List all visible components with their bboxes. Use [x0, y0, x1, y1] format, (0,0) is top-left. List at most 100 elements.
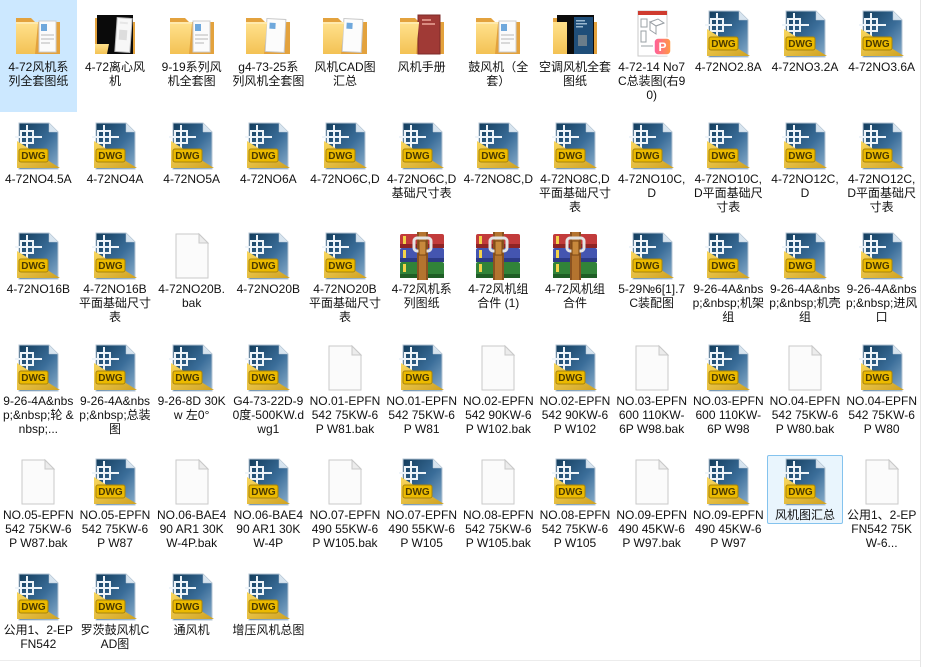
file-item[interactable]: DWG 增压风机总图	[230, 563, 307, 667]
file-label: 4-72NO16B	[6, 282, 71, 296]
file-item[interactable]: DWG G4-73-22D-90度-500KW.dwg1	[230, 334, 307, 448]
file-item[interactable]: 风机CAD图汇总	[307, 0, 384, 112]
file-item[interactable]: DWG NO.08-EPFN542 75KW-6P W105	[537, 448, 614, 563]
file-item[interactable]: DWG 4-72NO3.2A	[767, 0, 844, 112]
file-item[interactable]: NO.02-EPFN542 90KW-6P W102.bak	[460, 334, 537, 448]
file-item[interactable]: DWG 4-72NO10C,D平面基础尺寸表	[690, 112, 767, 222]
file-item[interactable]: DWG 风机图汇总	[766, 448, 844, 563]
svg-text:DWG: DWG	[558, 487, 583, 498]
file-item[interactable]: DWG 9-26-4A&nbsp;&nbsp;进风口	[843, 222, 920, 334]
dwg-file-icon: DWG	[398, 458, 446, 506]
folder-docs-icon	[474, 10, 522, 58]
file-item[interactable]: DWG 通风机	[153, 563, 230, 667]
svg-text:DWG: DWG	[405, 151, 430, 162]
file-item[interactable]: P 4-72-14 No7C总装图(右90)	[613, 0, 690, 112]
file-label: 4-72NO6C,D	[310, 172, 380, 186]
svg-text:DWG: DWG	[482, 151, 507, 162]
file-item[interactable]: DWG NO.05-EPFN542 75KW-6P W87	[77, 448, 154, 563]
svg-text:DWG: DWG	[712, 487, 737, 498]
svg-text:DWG: DWG	[788, 487, 813, 498]
bak-file-icon	[321, 344, 369, 392]
file-item[interactable]: DWG 4-72NO6C,D基础尺寸表	[383, 112, 460, 222]
file-item[interactable]: NO.06-BAE490 AR1 30KW-4P.bak	[153, 448, 230, 563]
file-item[interactable]: DWG 4-72NO20B平面基础尺寸表	[307, 222, 384, 334]
dwg-file-icon: DWG	[858, 232, 906, 280]
file-item[interactable]: DWG 5-29№6[1].7C装配图	[613, 222, 690, 334]
file-item[interactable]: DWG NO.07-EPFN490 55KW-6P W105	[383, 448, 460, 563]
file-item[interactable]: 空调风机全套图纸	[537, 0, 614, 112]
file-item[interactable]: 4-72离心风机	[77, 0, 154, 112]
file-item[interactable]: DWG 4-72NO4A	[77, 112, 154, 222]
file-item-box: 风机CAD图汇总	[307, 7, 383, 90]
file-item[interactable]: g4-73-25系列风机全套图	[230, 0, 307, 112]
file-item[interactable]: DWG 4-72NO3.6A	[843, 0, 920, 112]
file-item[interactable]: DWG 罗茨鼓风机CAD图	[77, 563, 154, 667]
file-item[interactable]: DWG NO.09-EPFN490 45KW-6P W97	[690, 448, 767, 563]
file-item[interactable]: DWG 9-26-4A&nbsp;&nbsp;机壳组	[767, 222, 844, 334]
file-item[interactable]: DWG 4-72NO20B	[230, 222, 307, 334]
file-item[interactable]: NO.08-EPFN542 75KW-6P W105.bak	[460, 448, 537, 563]
file-label: 9-26-4A&nbsp;&nbsp;机架组	[692, 282, 764, 324]
file-item[interactable]: 9-19系列风机全套图	[153, 0, 230, 112]
file-item[interactable]: DWG 4-72NO12C,D	[767, 112, 844, 222]
file-item[interactable]: DWG 4-72NO4.5A	[0, 112, 77, 222]
file-item[interactable]: DWG 4-72NO6C,D	[307, 112, 384, 222]
file-item[interactable]: 鼓风机（全套）	[460, 0, 537, 112]
file-item[interactable]: DWG NO.04-EPFN542 75KW-6P W80	[843, 334, 920, 448]
file-item[interactable]: 4-72NO20B.bak	[153, 222, 230, 334]
file-item[interactable]: DWG 9-26-8D 30Kw 左0°	[153, 334, 230, 448]
file-item-box: DWG 4-72NO6A	[230, 119, 306, 188]
file-item-box: DWG 4-72NO8C,D平面基础尺寸表	[537, 119, 613, 216]
file-item[interactable]: NO.05-EPFN542 75KW-6P W87.bak	[0, 448, 77, 563]
file-item-box: DWG 罗茨鼓风机CAD图	[77, 570, 153, 653]
file-item[interactable]: DWG 9-26-4A&nbsp;&nbsp;机架组	[690, 222, 767, 334]
file-item[interactable]: 4-72风机系列全套图纸	[0, 0, 77, 112]
file-item[interactable]: 4-72风机组合件 (1)	[460, 222, 537, 334]
file-item[interactable]: DWG 4-72NO12C,D平面基础尺寸表	[843, 112, 920, 222]
file-item[interactable]: DWG 公用1、2-EPFN542	[0, 563, 77, 667]
file-item[interactable]: DWG NO.03-EPFN600 110KW-6P W98	[690, 334, 767, 448]
file-item[interactable]: NO.03-EPFN600 110KW-6P W98.bak	[613, 334, 690, 448]
file-item-box: DWG 4-72NO20B平面基础尺寸表	[307, 229, 383, 326]
svg-text:DWG: DWG	[405, 373, 430, 384]
bak-file-icon	[168, 458, 216, 506]
file-item[interactable]: DWG NO.01-EPFN542 75KW-6P W81	[383, 334, 460, 448]
dwg-file-icon: DWG	[704, 10, 752, 58]
file-item[interactable]: DWG 9-26-4A&nbsp;&nbsp;总装图	[77, 334, 154, 448]
file-item[interactable]: NO.07-EPFN490 55KW-6P W105.bak	[307, 448, 384, 563]
file-label: 4-72NO10C,D平面基础尺寸表	[693, 172, 763, 214]
file-item-box: DWG 4-72NO3.6A	[844, 7, 920, 76]
file-item[interactable]: DWG 9-26-4A&nbsp;&nbsp;轮 &nbsp;...	[0, 334, 77, 448]
rar-archive-icon	[474, 232, 522, 280]
file-item[interactable]: DWG 4-72NO6A	[230, 112, 307, 222]
file-item[interactable]: 公用1、2-EPFN542 75KW-6...	[843, 448, 920, 563]
file-item[interactable]: DWG NO.06-BAE490 AR1 30KW-4P	[230, 448, 307, 563]
file-item[interactable]: DWG 4-72NO16B平面基础尺寸表	[77, 222, 154, 334]
svg-text:DWG: DWG	[175, 151, 200, 162]
file-item[interactable]: DWG 4-72NO8C,D	[460, 112, 537, 222]
file-item[interactable]: DWG 4-72NO8C,D平面基础尺寸表	[537, 112, 614, 222]
file-icons-grid: 4-72风机系列全套图纸 4-72离心风机 9-19系列风机全套图 g4-73-…	[0, 0, 920, 667]
file-item[interactable]: DWG 4-72NO16B	[0, 222, 77, 334]
file-item-box: DWG NO.03-EPFN600 110KW-6P W98	[690, 341, 766, 438]
file-label: 4-72NO20B平面基础尺寸表	[308, 282, 381, 324]
folder-page-icon	[244, 10, 292, 58]
file-item[interactable]: NO.01-EPFN542 75KW-6P W81.bak	[307, 334, 384, 448]
file-item[interactable]: NO.09-EPFN490 45KW-6P W97.bak	[613, 448, 690, 563]
file-item[interactable]: DWG NO.02-EPFN542 90KW-6P W102	[537, 334, 614, 448]
dwg-file-icon: DWG	[781, 122, 829, 170]
dwg-file-icon: DWG	[704, 232, 752, 280]
file-item[interactable]: NO.04-EPFN542 75KW-6P W80.bak	[767, 334, 844, 448]
svg-text:DWG: DWG	[865, 151, 890, 162]
file-item[interactable]: DWG 4-72NO2.8A	[690, 0, 767, 112]
file-item[interactable]: 风机手册	[383, 0, 460, 112]
file-item[interactable]: DWG 4-72NO10C,D	[613, 112, 690, 222]
file-label: 9-26-8D 30Kw 左0°	[157, 394, 226, 422]
file-item[interactable]: 4-72风机系列图纸	[383, 222, 460, 334]
dwg-file-icon: DWG	[704, 458, 752, 506]
file-label: 9-26-4A&nbsp;&nbsp;总装图	[79, 394, 151, 436]
file-label: 4-72NO12C,D	[771, 172, 839, 200]
file-item[interactable]: 4-72风机组合件	[537, 222, 614, 334]
file-item[interactable]: DWG 4-72NO5A	[153, 112, 230, 222]
file-label: 风机CAD图汇总	[314, 60, 376, 88]
